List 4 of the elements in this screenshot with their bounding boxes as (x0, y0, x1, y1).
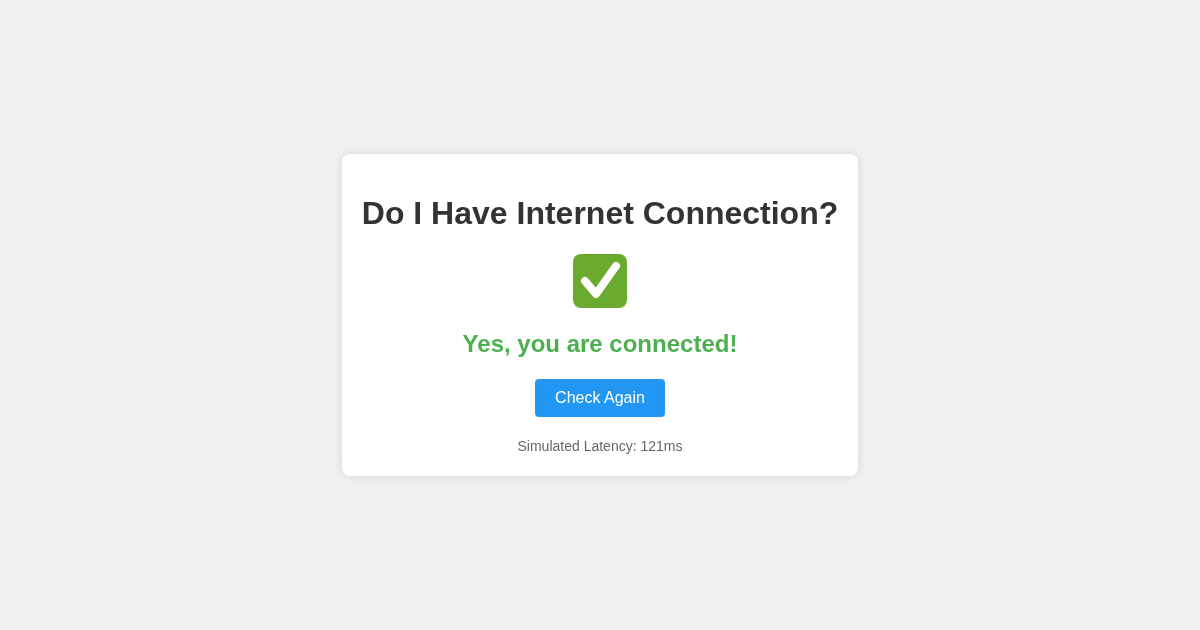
status-message: Yes, you are connected! (462, 329, 738, 359)
page-title: Do I Have Internet Connection? (361, 194, 839, 232)
latency-text: Simulated Latency: 121ms (517, 437, 683, 456)
check-again-button[interactable]: Check Again (535, 379, 665, 417)
